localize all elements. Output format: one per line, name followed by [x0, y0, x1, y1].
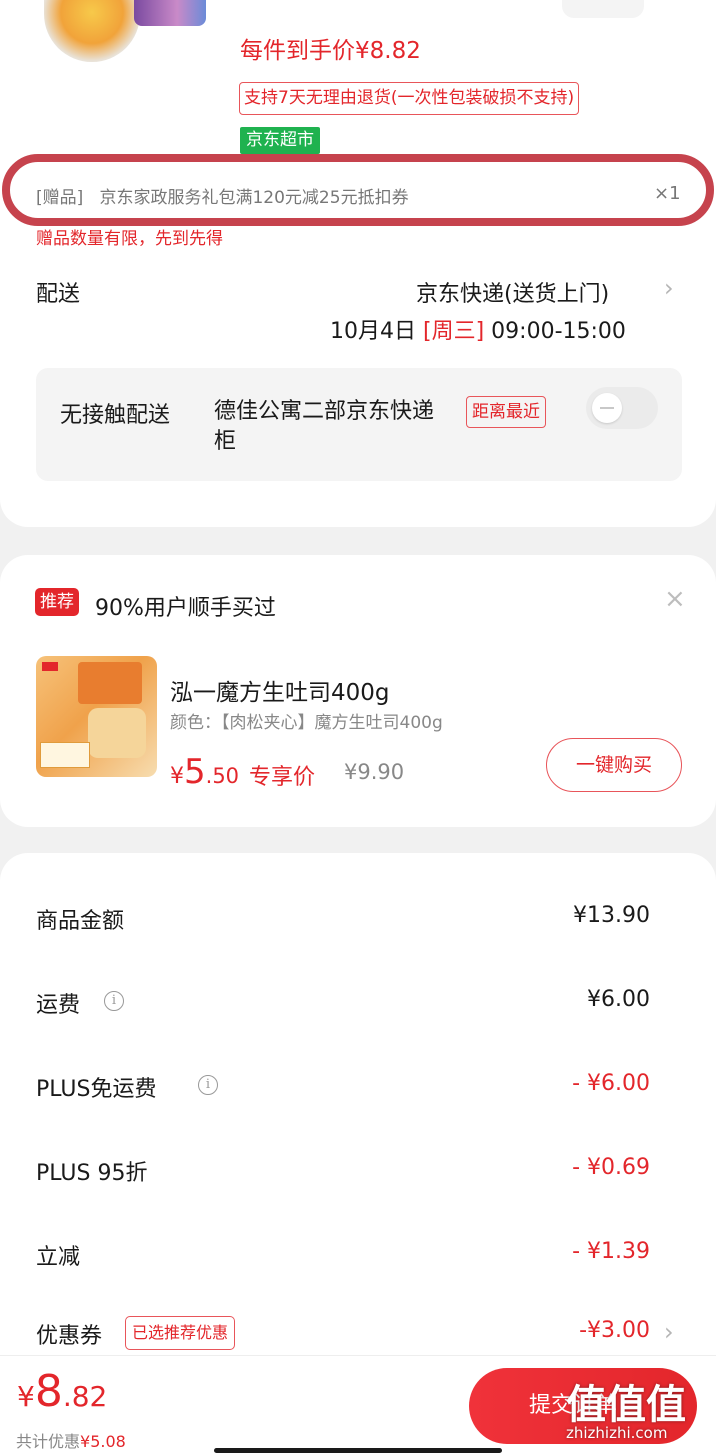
quantity-control[interactable]: [562, 0, 644, 18]
price-integer: 5: [184, 752, 206, 792]
summary-value-subtotal: ¥13.90: [573, 903, 650, 928]
product-box-graphic: [78, 662, 142, 704]
delivery-label: 配送: [36, 282, 81, 307]
recommend-badge: 推荐: [35, 588, 79, 616]
order-total: ¥8.82: [17, 1366, 107, 1417]
final-unit-price: 每件到手价¥8.82: [240, 38, 421, 64]
summary-value-plus-free-shipping: - ¥6.00: [572, 1071, 650, 1096]
contactless-toggle[interactable]: [586, 387, 658, 429]
recommended-product-spec: 颜色：【肉松夹心】魔方生吐司400g: [170, 713, 443, 733]
chevron-right-icon[interactable]: ›: [664, 274, 674, 302]
gift-notice: 赠品数量有限，先到先得: [36, 229, 223, 249]
distance-badge: 距离最近: [466, 396, 546, 428]
summary-label-plus-free-shipping: PLUS免运费: [36, 1077, 157, 1102]
delivery-date: 10月4日: [330, 319, 416, 344]
home-indicator[interactable]: [214, 1448, 502, 1453]
coupon-selected-badge[interactable]: 已选推荐优惠: [125, 1316, 236, 1350]
summary-label-plus-discount: PLUS 95折: [36, 1161, 148, 1186]
summary-label-shipping: 运费: [36, 993, 81, 1018]
toggle-knob: [592, 393, 622, 423]
store-badge: 京东超市: [240, 127, 320, 154]
brand-logo: [42, 662, 58, 671]
savings-value: ¥5.08: [80, 1432, 126, 1451]
price-currency: ¥: [170, 764, 184, 789]
summary-value-plus-discount: - ¥0.69: [572, 1155, 650, 1180]
exclusive-price-label: 专享价: [249, 765, 316, 790]
recommended-product-image[interactable]: [36, 656, 157, 777]
summary-value-instant-discount: - ¥1.39: [572, 1239, 650, 1264]
pickup-locker-name: 德佳公寓二部京东快递柜: [214, 399, 435, 454]
recommended-price: ¥5.50: [170, 752, 239, 792]
info-icon[interactable]: i: [104, 991, 124, 1011]
info-icon[interactable]: i: [198, 1075, 218, 1095]
close-icon[interactable]: ×: [664, 584, 686, 614]
summary-label-subtotal: 商品金额: [36, 909, 125, 934]
original-price: ¥9.90: [344, 760, 405, 784]
delivery-time[interactable]: 10月4日 [周三] 09:00-15:00: [330, 313, 626, 345]
summary-label-coupon[interactable]: 优惠券: [36, 1318, 102, 1350]
summary-value-coupon[interactable]: -¥3.00: [579, 1318, 650, 1343]
summary-value-shipping: ¥6.00: [587, 987, 650, 1012]
total-savings: 共计优惠¥5.08: [16, 1428, 126, 1452]
annotation-highlight-ring: [2, 154, 714, 226]
watermark-url: zhizhizhi.com: [566, 1424, 668, 1442]
one-click-buy-button[interactable]: 一键购买: [546, 738, 682, 792]
recommend-title: 90%用户顺手买过: [95, 596, 276, 621]
savings-label: 共计优惠: [16, 1432, 81, 1451]
contactless-label: 无接触配送: [60, 403, 171, 428]
summary-label-instant-discount: 立减: [36, 1245, 81, 1270]
delivery-window: 09:00-15:00: [491, 319, 626, 344]
watermark-logo: 值值值: [566, 1382, 686, 1428]
total-integer: 8: [34, 1366, 63, 1417]
promo-sticker: [40, 742, 90, 768]
delivery-weekday: [周三]: [423, 319, 485, 344]
recommended-product-name[interactable]: 泓一魔方生吐司400g: [170, 673, 390, 707]
site-watermark: 值值值 zhizhizhi.com: [566, 1372, 706, 1452]
product-package-image: [134, 0, 206, 26]
chevron-right-icon[interactable]: ›: [664, 1318, 674, 1346]
delivery-method[interactable]: 京东快递(送货上门): [416, 276, 609, 308]
price-decimal: .50: [205, 764, 240, 788]
total-decimal: .82: [62, 1380, 108, 1413]
bread-graphic: [88, 708, 146, 758]
total-currency: ¥: [17, 1380, 35, 1413]
return-policy-badge: 支持7天无理由退货(一次性包装破损不支持): [239, 82, 580, 115]
